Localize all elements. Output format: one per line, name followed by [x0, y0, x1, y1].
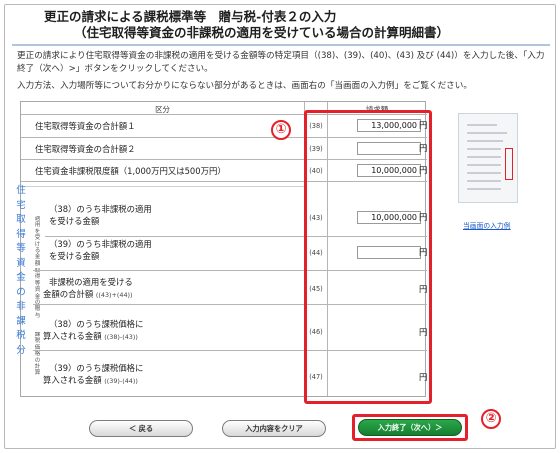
- row-45-label: 非課税の適用を受ける: [49, 277, 133, 287]
- page-title: 更正の請求による課税標準等 贈与税-付表２の入力 （住宅取得等資金の非課税の適用…: [6, 6, 554, 42]
- annotation-highlight-amounts: [304, 110, 432, 404]
- row-47-label2: 算入される金額: [43, 375, 102, 385]
- side-small-label-mid: 取得等資金の贈与: [34, 268, 41, 319]
- intro-text: 更正の請求により住宅取得等資金の非課税の適用を受ける金額等の特定項目（(38)、…: [17, 51, 545, 74]
- page-title-line1: 更正の請求による課税標準等 贈与税-付表２の入力: [44, 9, 337, 24]
- side-small-label-top: 適用を受ける金額: [34, 216, 41, 266]
- clear-button[interactable]: 入力内容をクリア: [222, 420, 326, 437]
- row-46-label2: 算入される金額: [43, 331, 102, 341]
- row-divider: [21, 186, 304, 187]
- row-45-note: ((43)+(44)): [95, 291, 133, 299]
- title-divider: [12, 44, 550, 46]
- row-43-label: （38）のうち非課税の適用: [49, 204, 152, 214]
- row-47-label: （39）のうち課税価格に: [49, 363, 144, 373]
- annotation-circle-2: ②: [481, 409, 501, 429]
- row-46-label: （38）のうち課税価格に: [49, 319, 144, 329]
- row-46-note: ((38)-(43)): [104, 333, 138, 341]
- example-link[interactable]: 当画面の入力例: [463, 220, 511, 230]
- row-40-label: 住宅資金非課税限度額（1,000万円又は500万円）: [35, 166, 226, 176]
- annotation-highlight-next: [352, 414, 468, 441]
- row-44-label2: を受ける金額: [49, 251, 100, 261]
- example-thumbnail[interactable]: [458, 113, 518, 203]
- side-small-label-bottom: 課税価格の計算: [34, 332, 41, 377]
- row-38-label: 住宅取得等資金の合計額１: [35, 121, 136, 131]
- row-43-label2: を受ける金額: [49, 216, 100, 226]
- back-button[interactable]: ＜ 戻る: [89, 420, 193, 437]
- row-44-label: （39）のうち非課税の適用: [49, 239, 152, 249]
- row-39-label: 住宅取得等資金の合計額２: [35, 144, 136, 154]
- side-label: 住宅取得等資金の非課税分: [16, 185, 26, 356]
- row-45-label2: 金額の合計額: [43, 289, 94, 299]
- annotation-circle-1: ①: [271, 120, 291, 140]
- page-title-line2: （住宅取得等資金の非課税の適用を受けている場合の計算明細書）: [74, 25, 450, 40]
- help-text: 入力方法、入力場所等についてお分かりにならない部分があるときは、画面右の「当画面…: [17, 81, 472, 91]
- row-47-note: ((39)-(44)): [104, 377, 138, 385]
